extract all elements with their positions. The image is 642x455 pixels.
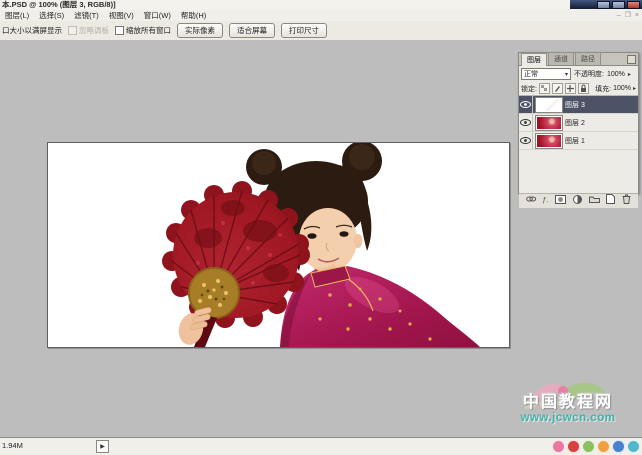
- opacity-flyout-icon[interactable]: ▸: [628, 71, 631, 78]
- menu-filter[interactable]: 滤镜(T): [69, 10, 104, 21]
- eye-icon: [520, 119, 531, 126]
- checkbox-icon: [68, 26, 77, 35]
- eye-icon: [520, 101, 531, 108]
- menu-layer[interactable]: 图层(L): [0, 10, 34, 21]
- layers-palette: 图层 通道 路径 正常 ▾ 不透明度: 100% ▸ 锁定:: [518, 52, 639, 194]
- status-bar: 1.94M ▶: [0, 437, 642, 455]
- layers-palette-tabs: 图层 通道 路径: [519, 53, 638, 66]
- fill-value[interactable]: 100%: [613, 85, 631, 92]
- adjustment-layer-icon[interactable]: [573, 195, 582, 208]
- logo-dot-icon: [612, 440, 625, 453]
- palette-menu-icon[interactable]: [627, 55, 636, 64]
- status-menu-button[interactable]: ▶: [96, 440, 109, 453]
- layer-name[interactable]: 图层 3: [565, 100, 585, 110]
- logo-dot-icon: [627, 440, 640, 453]
- resize-window-label: 口大小以满屏显示: [2, 25, 62, 36]
- canvas-image: [48, 143, 509, 347]
- lock-transparency-icon[interactable]: [539, 83, 550, 94]
- new-group-icon[interactable]: [589, 195, 600, 207]
- doc-minimize-icon[interactable]: –: [617, 10, 621, 21]
- actual-pixels-button[interactable]: 实际像素: [177, 23, 223, 38]
- flower-brush-icon: [515, 374, 615, 416]
- eye-icon: [520, 137, 531, 144]
- zoom-all-windows-checkbox[interactable]: 缩放所有窗口: [115, 25, 171, 36]
- photoshop-window: 本.PSD @ 100% (图层 3, RGB/8)] 图层(L) 选择(S) …: [0, 0, 642, 455]
- checkbox-icon[interactable]: [115, 26, 124, 35]
- tab-paths[interactable]: 路径: [575, 52, 601, 65]
- layer-name[interactable]: 图层 1: [565, 136, 585, 146]
- minimize-button[interactable]: [597, 1, 610, 9]
- menu-view[interactable]: 视图(V): [104, 10, 139, 21]
- blend-opacity-row: 正常 ▾ 不透明度: 100% ▸: [519, 66, 638, 82]
- opacity-label: 不透明度:: [574, 69, 604, 79]
- layer-mask-icon[interactable]: [555, 195, 566, 208]
- fill-label: 填充:: [595, 84, 611, 94]
- visibility-toggle[interactable]: [519, 114, 533, 131]
- fill-flyout-icon[interactable]: ▸: [633, 85, 636, 92]
- opacity-value[interactable]: 100%: [607, 71, 625, 78]
- lock-pixels-icon[interactable]: [552, 83, 563, 94]
- watermark: 中国教程网 www.jcwcn.com: [497, 388, 639, 424]
- layer-thumbnail[interactable]: [536, 116, 562, 130]
- layer-row-2[interactable]: 图层 2: [519, 114, 638, 132]
- visibility-toggle[interactable]: [519, 132, 533, 149]
- delete-layer-icon[interactable]: [622, 194, 631, 208]
- close-button[interactable]: [627, 1, 640, 9]
- layer-name[interactable]: 图层 2: [565, 118, 585, 128]
- layer-thumbnail[interactable]: [536, 98, 562, 112]
- link-layers-icon[interactable]: [526, 195, 536, 207]
- tab-channels[interactable]: 通道: [548, 52, 574, 65]
- menu-select[interactable]: 选择(S): [34, 10, 69, 21]
- logo-dot-icon: [552, 440, 565, 453]
- lock-label: 锁定:: [521, 84, 537, 94]
- options-bar: 口大小以满屏显示 忽略调板 缩放所有窗口 实际像素 适合屏幕 打印尺寸 画笔 工…: [0, 21, 642, 41]
- canvas-area[interactable]: [47, 142, 510, 348]
- lock-fill-row: 锁定: 填充: 100% ▸: [519, 82, 638, 96]
- menu-help[interactable]: 帮助(H): [176, 10, 211, 21]
- workspace: 图层 通道 路径 正常 ▾ 不透明度: 100% ▸ 锁定:: [0, 40, 642, 437]
- visibility-toggle[interactable]: [519, 96, 533, 113]
- doc-restore-icon[interactable]: ❐: [625, 10, 631, 21]
- triangle-right-icon: ▶: [100, 443, 105, 450]
- watermark-site-name: 中国教程网: [497, 388, 639, 412]
- document-size: 1.94M: [2, 441, 23, 450]
- layer-row-3[interactable]: 图层 3: [519, 96, 638, 114]
- lock-position-icon[interactable]: [565, 83, 576, 94]
- tab-layers[interactable]: 图层: [521, 53, 547, 66]
- logo-dot-icon: [582, 440, 595, 453]
- logo-dot-icon: [597, 440, 610, 453]
- document-window-controls: – ❐ ×: [617, 10, 639, 21]
- chevron-down-icon: ▾: [565, 71, 568, 78]
- logo-dot-icon: [567, 440, 580, 453]
- watermark-site-url: www.jcwcn.com: [497, 412, 639, 424]
- layers-palette-footer: ƒ.: [519, 193, 638, 208]
- print-size-button[interactable]: 打印尺寸: [281, 23, 327, 38]
- window-title: 本.PSD @ 100% (图层 3, RGB/8)]: [2, 0, 116, 10]
- fit-screen-button[interactable]: 适合屏幕: [229, 23, 275, 38]
- logo-icon-strip: [552, 440, 640, 453]
- ignore-palettes-checkbox: 忽略调板: [68, 25, 109, 36]
- layer-row-1[interactable]: 图层 1: [519, 132, 638, 150]
- maximize-button[interactable]: [612, 1, 625, 9]
- layers-empty-area: [519, 150, 638, 193]
- new-layer-icon[interactable]: [606, 194, 615, 208]
- doc-close-icon[interactable]: ×: [635, 10, 639, 21]
- lock-all-icon[interactable]: [578, 83, 589, 94]
- window-controls: [570, 0, 642, 9]
- layer-style-icon[interactable]: ƒ.: [543, 196, 549, 206]
- menu-window[interactable]: 窗口(W): [139, 10, 176, 21]
- layer-thumbnail[interactable]: [536, 134, 562, 148]
- blend-mode-select[interactable]: 正常 ▾: [521, 68, 571, 80]
